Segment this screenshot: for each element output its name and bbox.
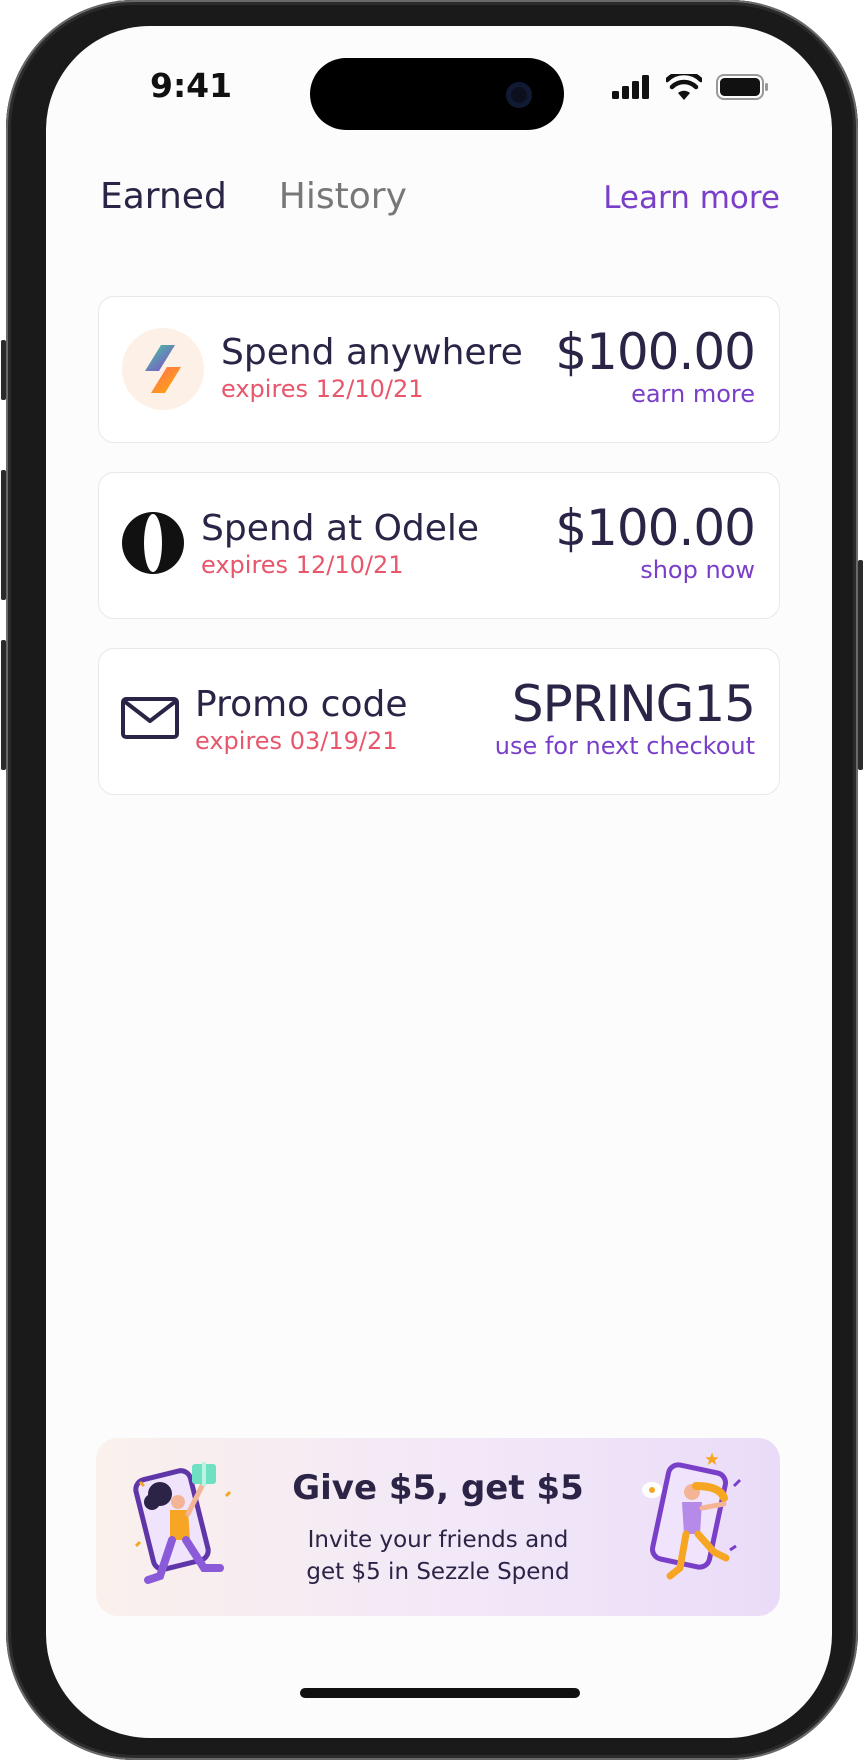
card-amount: $100.00 [555, 323, 756, 381]
card-title: Promo code [195, 684, 408, 725]
tab-earned[interactable]: Earned [100, 176, 227, 217]
screen: 9:41 Earned History Learn more Spend any… [46, 26, 832, 1738]
card-expiry: expires 12/10/21 [201, 551, 404, 579]
shop-now-link[interactable]: shop now [555, 556, 755, 584]
card-title: Spend at Odele [201, 508, 480, 549]
status-time: 9:41 [150, 66, 233, 105]
promo-code-card[interactable]: Promo code expires 03/19/21 SPRING15 use… [98, 648, 780, 795]
power-button[interactable] [858, 560, 863, 770]
camera-icon [506, 82, 532, 108]
card-expiry: expires 03/19/21 [195, 727, 398, 755]
promo-code-value: SPRING15 [511, 675, 756, 733]
credit-card-odele[interactable]: Spend at Odele expires 12/10/21 $100.00 … [98, 472, 780, 619]
card-amount: $100.00 [555, 499, 756, 557]
odele-logo-icon [121, 511, 185, 579]
woman-phone-illustration [640, 1450, 750, 1614]
card-expiry: expires 12/10/21 [221, 375, 424, 403]
battery-icon [716, 74, 768, 100]
referral-banner[interactable]: Give $5, get $5 Invite your friends and … [96, 1438, 780, 1616]
sezzle-logo-icon [121, 327, 205, 415]
tab-bar: Earned History [100, 176, 407, 217]
card-title: Spend anywhere [221, 332, 523, 373]
learn-more-link[interactable]: Learn more [603, 180, 780, 216]
phone-frame: 9:41 Earned History Learn more Spend any… [6, 0, 858, 1760]
use-next-checkout-link[interactable]: use for next checkout [495, 732, 755, 760]
tab-history[interactable]: History [279, 176, 407, 217]
envelope-icon [121, 697, 179, 743]
cellular-signal-icon [612, 75, 649, 99]
wifi-icon [666, 74, 702, 100]
earn-more-link[interactable]: earn more [555, 380, 755, 408]
status-icons [612, 74, 770, 100]
home-indicator[interactable] [300, 1688, 580, 1698]
dynamic-island [310, 58, 564, 130]
credit-card-spend-anywhere[interactable]: Spend anywhere expires 12/10/21 $100.00 … [98, 296, 780, 443]
